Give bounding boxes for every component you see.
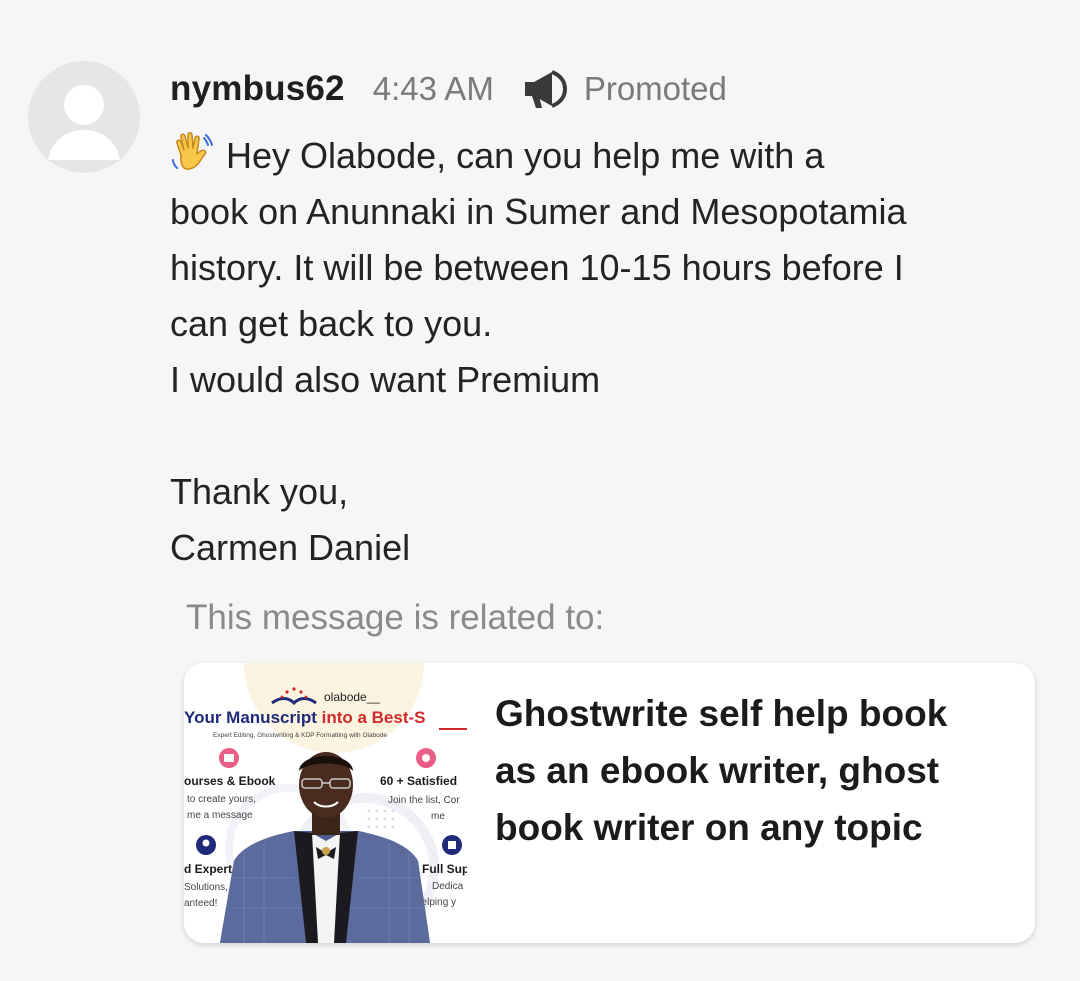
message-line: history. It will be between 10-15 hours …	[170, 247, 904, 288]
thumb-text: ourses & Ebook	[184, 774, 276, 788]
thumb-text: Join the list, Cor	[388, 795, 460, 806]
message-header: nymbus62 4:43 AM Promoted	[170, 64, 727, 114]
thumb-text: d Expert	[184, 862, 232, 876]
gig-thumbnail-art: olabode__ Your Manuscript into a Best-S …	[184, 663, 467, 943]
sender-username[interactable]: nymbus62	[170, 69, 345, 109]
megaphone-icon	[522, 67, 570, 111]
gig-title[interactable]: Ghostwrite self help book as an ebook wr…	[495, 685, 1015, 856]
thumb-subhead: Expert Editing, Ghostwriting & KDP Forma…	[213, 732, 387, 739]
message-signature: Carmen Daniel	[170, 527, 411, 568]
thumb-text: anteed!	[184, 898, 217, 909]
gig-title-line: as an ebook writer, ghost	[495, 750, 940, 791]
thumb-text: Solutions,	[184, 882, 228, 893]
thumb-text: 60 + Satisfied	[380, 774, 457, 788]
default-user-avatar-icon	[48, 85, 120, 160]
message-line: I would also want Premium	[170, 359, 601, 400]
waving-hand-icon	[170, 130, 214, 174]
message-timestamp: 4:43 AM	[372, 70, 494, 107]
message-line: can get back to you.	[170, 303, 493, 344]
message-line: Hey Olabode, can you help me with a	[170, 128, 1050, 184]
gig-title-line: Ghostwrite self help book	[495, 693, 948, 734]
promoted-label: Promoted	[583, 70, 727, 107]
gig-title-line: book writer on any topic	[495, 807, 923, 848]
gig-thumbnail[interactable]: olabode__ Your Manuscript into a Best-S …	[184, 663, 467, 943]
message-body: Hey Olabode, can you help me with a book…	[170, 128, 1050, 576]
related-label: This message is related to:	[186, 598, 605, 637]
thumb-text: me	[431, 811, 445, 822]
message-line: book on Anunnaki in Sumer and Mesopotami…	[170, 191, 907, 232]
message-line: Thank you,	[170, 471, 349, 512]
thumb-text: to create yours,	[187, 794, 256, 805]
thumb-headline: Your Manuscript into a Best-S	[184, 708, 426, 727]
user-avatar[interactable]	[28, 61, 140, 173]
thumb-text: Full Sup	[422, 862, 467, 876]
related-gig-card[interactable]: olabode__ Your Manuscript into a Best-S …	[184, 663, 1035, 943]
thumb-text: me a message	[187, 810, 253, 821]
thumb-text: Dedica	[432, 881, 464, 892]
thumb-brand: olabode__	[324, 690, 380, 704]
